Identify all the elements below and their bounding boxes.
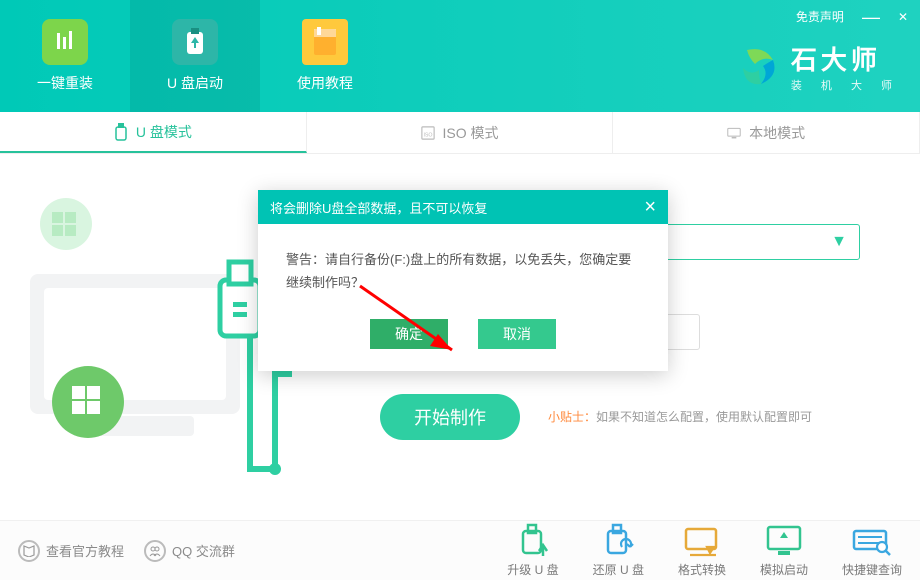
tab-usb-boot[interactable]: U 盘启动: [130, 0, 260, 112]
subtab-label: 本地模式: [749, 123, 805, 143]
window-controls: 免责声明 — ✕: [796, 8, 908, 25]
ok-button[interactable]: 确定: [370, 319, 448, 349]
footer-left: 查看官方教程 QQ 交流群: [18, 540, 235, 562]
dialog-title: 将会删除U盘全部数据，且不可以恢复: [270, 198, 487, 217]
keyboard-search-icon: [852, 523, 892, 557]
svg-text:ISO: ISO: [423, 132, 432, 138]
brand-logo-icon: [739, 46, 781, 88]
confirm-dialog: 将会删除U盘全部数据，且不可以恢复 × 警告：请自行备份(F:)盘上的所有数据，…: [258, 190, 668, 371]
tool-label: 快捷键查询: [842, 561, 902, 578]
app-header: 一键重装 U 盘启动 使用教程 石大师 装 机 大 师 免责声明 — ✕: [0, 0, 920, 112]
tab-label: 一键重装: [37, 73, 93, 93]
restore-usb-icon: [598, 523, 638, 557]
mode-tabs: U 盘模式 ISO ISO 模式 本地模式: [0, 112, 920, 154]
people-icon: [144, 540, 166, 562]
footer: 查看官方教程 QQ 交流群 升级 U 盘 还原 U 盘 格式转换 模拟启动 快捷…: [0, 520, 920, 580]
tool-shortcut-query[interactable]: 快捷键查询: [842, 523, 902, 578]
tab-reinstall[interactable]: 一键重装: [0, 0, 130, 112]
tool-label: 模拟启动: [760, 561, 808, 578]
minimize-button[interactable]: —: [862, 12, 880, 22]
tool-convert-format[interactable]: 格式转换: [678, 523, 726, 578]
hint-text: 小贴士：如果不知道怎么配置，使用默认配置即可: [548, 408, 812, 425]
upgrade-usb-icon: [513, 523, 553, 557]
tool-label: 还原 U 盘: [593, 561, 644, 578]
brand-name: 石大师: [791, 40, 900, 77]
tool-restore-usb[interactable]: 还原 U 盘: [593, 523, 644, 578]
tutorial-icon: [302, 19, 348, 65]
usb-icon: [114, 123, 128, 141]
qq-group-link[interactable]: QQ 交流群: [144, 540, 235, 562]
brand: 石大师 装 机 大 师: [739, 40, 900, 93]
tool-label: 升级 U 盘: [507, 561, 558, 578]
tool-label: 格式转换: [678, 561, 726, 578]
close-icon[interactable]: ×: [644, 196, 656, 219]
subtab-local[interactable]: 本地模式: [613, 112, 920, 153]
tool-simulate-boot[interactable]: 模拟启动: [760, 523, 808, 578]
convert-icon: [682, 523, 722, 557]
book-icon: [18, 540, 40, 562]
subtab-usb[interactable]: U 盘模式: [0, 112, 307, 153]
chevron-down-icon: ▼: [831, 233, 847, 251]
reinstall-icon: [42, 19, 88, 65]
dialog-body: 警告：请自行备份(F:)盘上的所有数据，以免丢失，您确定要继续制作吗？: [258, 224, 668, 313]
footer-tools: 升级 U 盘 还原 U 盘 格式转换 模拟启动 快捷键查询: [507, 523, 902, 578]
close-button[interactable]: ✕: [898, 10, 908, 24]
start-button[interactable]: 开始制作: [380, 394, 520, 440]
official-tutorial-link[interactable]: 查看官方教程: [18, 540, 124, 562]
subtab-label: ISO 模式: [443, 123, 499, 143]
simulate-icon: [764, 523, 804, 557]
tool-upgrade-usb[interactable]: 升级 U 盘: [507, 523, 558, 578]
link-label: QQ 交流群: [172, 541, 235, 560]
header-tabs: 一键重装 U 盘启动 使用教程: [0, 0, 390, 112]
cancel-button[interactable]: 取消: [478, 319, 556, 349]
dialog-header: 将会删除U盘全部数据，且不可以恢复 ×: [258, 190, 668, 224]
subtab-label: U 盘模式: [136, 122, 192, 142]
link-label: 查看官方教程: [46, 541, 124, 560]
dialog-actions: 确定 取消: [258, 313, 668, 371]
disclaimer-link[interactable]: 免责声明: [796, 8, 844, 25]
tab-label: U 盘启动: [167, 73, 223, 93]
tab-tutorial[interactable]: 使用教程: [260, 0, 390, 112]
hint-body: 如果不知道怎么配置，使用默认配置即可: [596, 410, 812, 424]
usb-boot-icon: [172, 19, 218, 65]
iso-icon: ISO: [421, 124, 435, 142]
monitor-icon: [727, 124, 741, 142]
brand-sub: 装 机 大 师: [791, 77, 900, 93]
subtab-iso[interactable]: ISO ISO 模式: [307, 112, 614, 153]
tab-label: 使用教程: [297, 73, 353, 93]
hint-label: 小贴士：: [548, 410, 596, 424]
